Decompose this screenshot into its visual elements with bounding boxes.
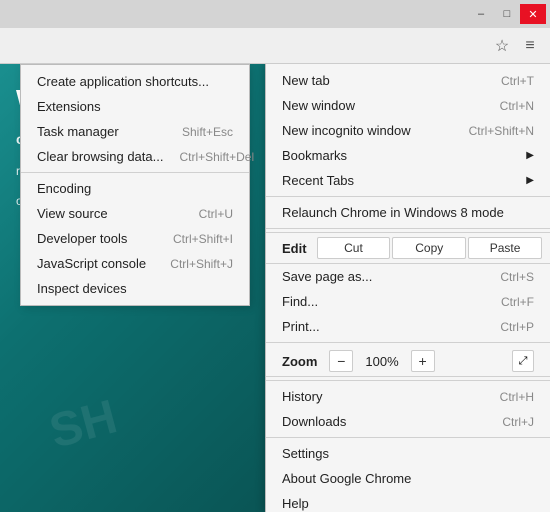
minimize-button[interactable]: – xyxy=(468,4,494,24)
submenu-separator-1 xyxy=(21,172,249,173)
close-button[interactable]: ✕ xyxy=(520,4,546,24)
menu-item-help[interactable]: Help xyxy=(266,491,550,512)
submenu-item-task-manager[interactable]: Task manager Shift+Esc xyxy=(21,119,249,144)
browser-toolbar: ☆ ≡ xyxy=(0,28,550,64)
menu-item-find[interactable]: Find... Ctrl+F xyxy=(266,289,550,314)
page-area: Web ⊙ Speed ol for testing your Inter rn… xyxy=(0,64,550,512)
zoom-row: Zoom − 100% + ⤢ xyxy=(266,346,550,377)
menu-button[interactable]: ≡ xyxy=(518,34,542,58)
maximize-button[interactable]: □ xyxy=(494,4,520,24)
submenu-item-developer-tools[interactable]: Developer tools Ctrl+Shift+I xyxy=(21,226,249,251)
submenu-item-encoding[interactable]: Encoding xyxy=(21,176,249,201)
star-button[interactable]: ☆ xyxy=(490,34,514,58)
menu-sep-3 xyxy=(266,342,550,343)
bookmarks-arrow-icon: ▶ xyxy=(526,150,534,161)
menu-sep-5 xyxy=(266,437,550,438)
submenu-item-create-shortcuts[interactable]: Create application shortcuts... xyxy=(21,69,249,94)
submenu-item-extensions[interactable]: Extensions xyxy=(21,94,249,119)
zoom-out-button[interactable]: − xyxy=(329,350,353,372)
copy-button[interactable]: Copy xyxy=(392,237,466,259)
menu-item-print[interactable]: Print... Ctrl+P xyxy=(266,314,550,339)
watermark: SH xyxy=(44,389,123,459)
menu-item-about[interactable]: About Google Chrome xyxy=(266,466,550,491)
menu-item-downloads[interactable]: Downloads Ctrl+J xyxy=(266,409,550,434)
fullscreen-button[interactable]: ⤢ xyxy=(512,350,534,372)
menu-item-recent-tabs[interactable]: Recent Tabs ▶ xyxy=(266,168,550,193)
submenu-item-view-source[interactable]: View source Ctrl+U xyxy=(21,201,249,226)
edit-label: Edit xyxy=(274,241,315,256)
menu-item-relaunch[interactable]: Relaunch Chrome in Windows 8 mode xyxy=(266,200,550,225)
submenu-item-clear-browsing[interactable]: Clear browsing data... Ctrl+Shift+Del xyxy=(21,144,249,169)
edit-row: Edit Cut Copy Paste xyxy=(266,232,550,264)
cut-button[interactable]: Cut xyxy=(317,237,391,259)
zoom-value: 100% xyxy=(357,354,406,369)
submenu-item-js-console[interactable]: JavaScript console Ctrl+Shift+J xyxy=(21,251,249,276)
menu-item-save-page[interactable]: Save page as... Ctrl+S xyxy=(266,264,550,289)
title-bar: – □ ✕ xyxy=(0,0,550,28)
menu-sep-1 xyxy=(266,196,550,197)
more-tools-submenu: Create application shortcuts... Extensio… xyxy=(20,64,250,306)
menu-item-bookmarks[interactable]: Bookmarks ▶ xyxy=(266,143,550,168)
menu-item-new-window[interactable]: New window Ctrl+N xyxy=(266,93,550,118)
menu-item-settings[interactable]: Settings xyxy=(266,441,550,466)
paste-button[interactable]: Paste xyxy=(468,237,542,259)
menu-item-new-incognito[interactable]: New incognito window Ctrl+Shift+N xyxy=(266,118,550,143)
zoom-in-button[interactable]: + xyxy=(411,350,435,372)
menu-sep-2 xyxy=(266,228,550,229)
menu-item-new-tab[interactable]: New tab Ctrl+T xyxy=(266,68,550,93)
menu-sep-4 xyxy=(266,380,550,381)
submenu-item-inspect-devices[interactable]: Inspect devices xyxy=(21,276,249,301)
menu-item-history[interactable]: History Ctrl+H xyxy=(266,384,550,409)
recent-tabs-arrow-icon: ▶ xyxy=(526,175,534,186)
zoom-label: Zoom xyxy=(282,354,317,369)
main-menu-list: New tab Ctrl+T New window Ctrl+N New inc… xyxy=(266,64,550,512)
context-menu: New tab Ctrl+T New window Ctrl+N New inc… xyxy=(265,64,550,512)
